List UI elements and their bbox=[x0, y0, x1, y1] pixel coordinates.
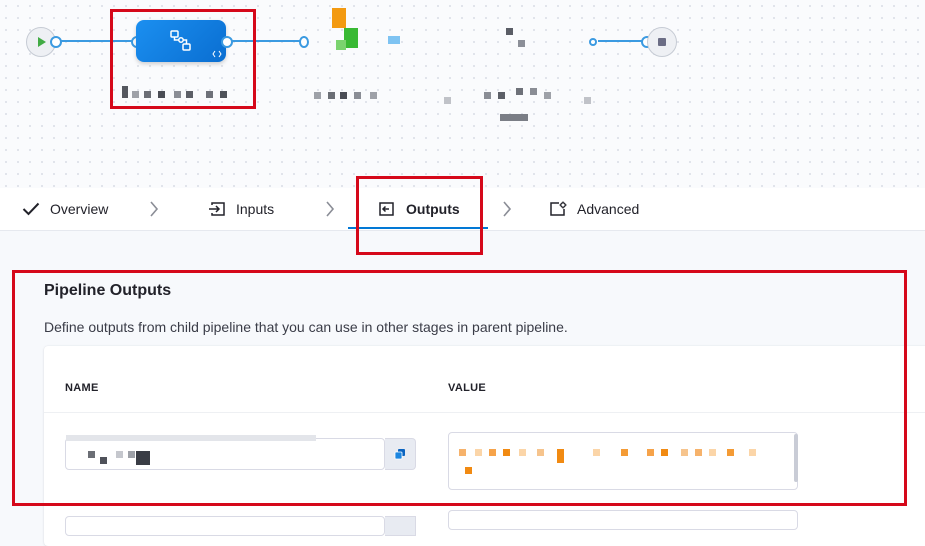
tab-advanced-label: Advanced bbox=[577, 201, 640, 217]
chevron-right-icon bbox=[150, 201, 159, 217]
tab-advanced[interactable]: Advanced bbox=[549, 188, 639, 230]
play-icon bbox=[38, 37, 46, 47]
chevron-right-icon bbox=[503, 201, 512, 217]
tab-overview[interactable]: Overview bbox=[22, 188, 108, 230]
tab-overview-label: Overview bbox=[50, 201, 109, 217]
copy-button[interactable] bbox=[385, 516, 416, 536]
tab-inputs-label: Inputs bbox=[236, 201, 275, 217]
output-value-input[interactable] bbox=[448, 510, 798, 530]
advanced-settings-icon bbox=[550, 201, 567, 216]
node-port bbox=[50, 36, 62, 48]
redacted-label bbox=[444, 88, 594, 122]
highlight-box-stage bbox=[110, 9, 256, 109]
redacted-label bbox=[310, 88, 390, 102]
highlight-box-outputs-tab bbox=[356, 176, 483, 255]
chevron-right-icon bbox=[326, 201, 335, 217]
stop-icon bbox=[658, 38, 666, 46]
input-icon bbox=[209, 202, 225, 216]
redacted-stage-node[interactable] bbox=[470, 22, 560, 62]
pipeline-end-node[interactable] bbox=[647, 27, 677, 57]
highlight-box-outputs-section bbox=[12, 270, 907, 506]
redacted-stage-node[interactable] bbox=[308, 8, 400, 64]
tab-inputs[interactable]: Inputs bbox=[208, 188, 274, 230]
check-icon bbox=[22, 202, 40, 216]
node-port bbox=[589, 38, 597, 46]
output-name-input[interactable] bbox=[65, 516, 385, 536]
